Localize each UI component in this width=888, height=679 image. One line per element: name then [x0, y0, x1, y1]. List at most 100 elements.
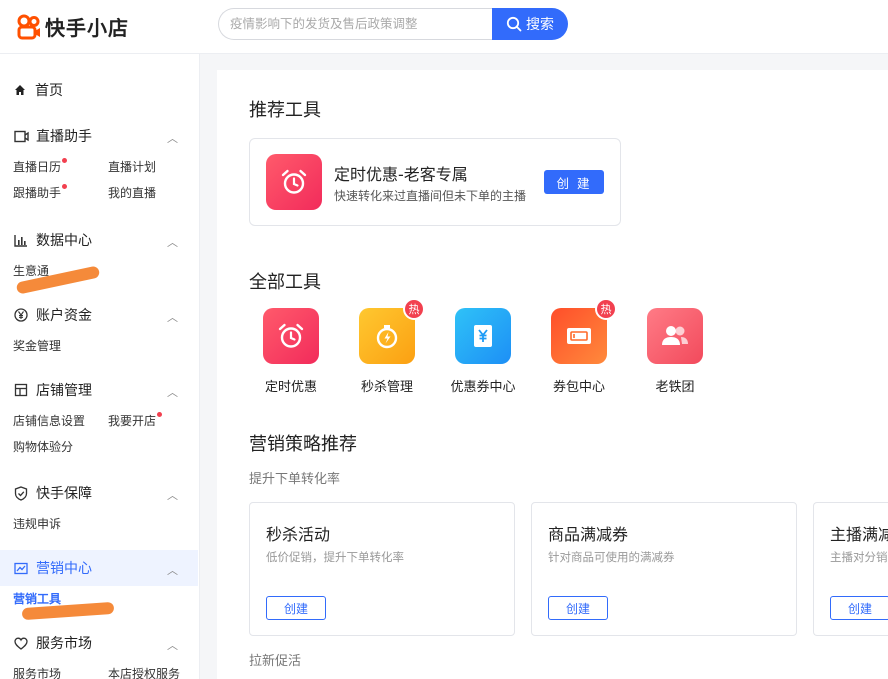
- ticket-pack-icon: 热: [551, 298, 617, 364]
- home-icon: [15, 85, 25, 95]
- tool-label: 优惠券中心: [450, 380, 516, 395]
- tool-coupon-center[interactable]: 优惠券中心: [443, 308, 523, 395]
- create-button[interactable]: 创建: [266, 596, 326, 620]
- sidebar-item-bonus[interactable]: 奖金管理: [13, 337, 108, 355]
- sidebar-item-shopping-score[interactable]: 购物体验分: [13, 438, 108, 456]
- recommend-tool-desc: 快速转化来过直播间但未下单的主播: [334, 189, 527, 203]
- tool-laotie-group[interactable]: 老铁团: [635, 308, 715, 395]
- alarm-clock-icon: [266, 154, 322, 210]
- trend-chart-icon: [13, 560, 29, 576]
- search-button-label: 搜索: [526, 17, 554, 33]
- notification-dot: [62, 158, 67, 163]
- strategy-card-desc: 针对商品可使用的满减券: [548, 550, 675, 564]
- tool-coupon-pack[interactable]: 热 券包中心: [539, 298, 619, 395]
- strategy-card-desc: 低价促销，提升下单转化率: [266, 550, 404, 564]
- tool-timed-discount[interactable]: 定时优惠: [251, 308, 331, 395]
- logo-text: 快手小店: [45, 16, 129, 40]
- logo[interactable]: 快手小店: [17, 12, 129, 41]
- heart-icon: [13, 635, 29, 651]
- bar-chart-icon: [13, 232, 29, 248]
- main-content: 推荐工具 定时优惠-老客专属 快速转化来过直播间但未下单的主播 创 建 全部工具…: [217, 70, 888, 679]
- tool-label: 定时优惠: [264, 380, 317, 395]
- sidebar-item-open-store[interactable]: 我要开店: [108, 412, 203, 430]
- sidebar-group-marketing-header[interactable]: 营销中心 ︿: [0, 550, 198, 586]
- hot-badge: 热: [595, 298, 617, 320]
- sidebar-group-guarantee-header[interactable]: 快手保障 ︿: [0, 475, 198, 511]
- sidebar-item-live-calendar[interactable]: 直播日历: [13, 158, 108, 176]
- strategy-title: 营销策略推荐: [249, 434, 357, 455]
- live-monitor-icon: [13, 128, 29, 144]
- sidebar-item-service-market[interactable]: 服务市场: [13, 665, 108, 679]
- strategy-card-title: 主播满减: [830, 525, 888, 544]
- sidebar-item-home[interactable]: 首页: [14, 80, 63, 100]
- sidebar-group-live-title: 直播助手: [36, 129, 92, 145]
- recommend-tool-title: 定时优惠-老客专属: [334, 165, 468, 184]
- sidebar-group-guarantee: 快手保障 ︿ 违规申诉: [0, 475, 198, 533]
- tool-label: 秒杀管理: [360, 380, 413, 395]
- chevron-up-icon: ︿: [167, 311, 178, 324]
- sidebar-group-live: 直播助手 ︿ 直播日历 直播计划 跟播助手 我的直播: [0, 118, 198, 202]
- sidebar-item-live-follow[interactable]: 跟播助手: [13, 184, 108, 202]
- sidebar: 首页 直播助手 ︿ 直播日历 直播计划 跟播助手 我的直播 数据中心 ︿ 生意通…: [0, 54, 200, 679]
- create-button[interactable]: 创建: [548, 596, 608, 620]
- hot-badge: 热: [403, 298, 425, 320]
- sidebar-group-live-header[interactable]: 直播助手 ︿: [0, 118, 198, 154]
- chevron-up-icon: ︿: [167, 386, 178, 399]
- recommend-tool-card[interactable]: 定时优惠-老客专属 快速转化来过直播间但未下单的主播 创 建: [249, 138, 621, 226]
- strategy-card-desc: 主播对分销: [830, 550, 888, 564]
- tool-label: 老铁团: [655, 380, 695, 395]
- sidebar-group-marketing-title: 营销中心: [36, 561, 92, 577]
- strategy-card-streamer-discount[interactable]: 主播满减 主播对分销 创建: [813, 502, 888, 636]
- chevron-up-icon: ︿: [167, 236, 178, 249]
- group-users-icon: [647, 308, 703, 364]
- recommend-tools-title: 推荐工具: [249, 100, 321, 121]
- coupon-yen-icon: [455, 308, 511, 364]
- sidebar-group-services: 服务市场 ︿ 服务市场 本店授权服务: [0, 625, 198, 679]
- chevron-up-icon: ︿: [167, 132, 178, 145]
- sidebar-group-store-header[interactable]: 店铺管理 ︿: [0, 372, 198, 408]
- strategy-card-flash-sale[interactable]: 秒杀活动 低价促销，提升下单转化率 创建: [249, 502, 515, 636]
- chevron-up-icon: ︿: [167, 564, 178, 577]
- sidebar-group-funds: 账户资金 ︿ 奖金管理: [0, 297, 198, 355]
- sidebar-group-funds-title: 账户资金: [36, 308, 92, 324]
- sidebar-item-my-live[interactable]: 我的直播: [108, 184, 203, 202]
- stopwatch-icon: 热: [359, 298, 425, 364]
- tool-label: 券包中心: [552, 380, 605, 395]
- yen-icon: [13, 307, 29, 323]
- notification-dot: [62, 184, 67, 189]
- chevron-up-icon: ︿: [167, 639, 178, 652]
- sidebar-group-services-header[interactable]: 服务市场 ︿: [0, 625, 198, 661]
- store-icon: [13, 382, 29, 398]
- all-tools-title: 全部工具: [249, 272, 321, 293]
- shield-icon: [13, 485, 29, 501]
- sidebar-group-services-title: 服务市场: [36, 636, 92, 652]
- sidebar-group-guarantee-title: 快手保障: [36, 486, 92, 502]
- sidebar-group-funds-header[interactable]: 账户资金 ︿: [0, 297, 198, 333]
- notification-dot: [157, 412, 162, 417]
- kuaishou-logo-icon: [17, 14, 40, 39]
- alarm-clock-icon: [263, 308, 319, 364]
- search-button[interactable]: 搜索: [492, 8, 568, 40]
- tool-flash-sale[interactable]: 热 秒杀管理: [347, 298, 427, 395]
- sidebar-group-store: 店铺管理 ︿ 店铺信息设置 我要开店 购物体验分: [0, 372, 198, 456]
- sidebar-group-marketing: 营销中心 ︿ 营销工具: [0, 550, 198, 608]
- sidebar-item-live-plan[interactable]: 直播计划: [108, 158, 203, 176]
- search-icon: [506, 16, 522, 32]
- next-section-title: 拉新促活: [249, 654, 302, 669]
- strategy-subtitle: 提升下单转化率: [249, 472, 341, 487]
- sidebar-item-authorized-services[interactable]: 本店授权服务: [108, 665, 203, 679]
- sidebar-group-data-title: 数据中心: [36, 233, 92, 249]
- sidebar-item-home-label: 首页: [35, 83, 63, 99]
- create-button[interactable]: 创建: [830, 596, 888, 620]
- strategy-card-title: 秒杀活动: [266, 525, 331, 544]
- strategy-card-product-coupon[interactable]: 商品满减券 针对商品可使用的满减券 创建: [531, 502, 797, 636]
- strategy-card-title: 商品满减券: [548, 525, 629, 544]
- sidebar-item-appeal[interactable]: 违规申诉: [13, 515, 108, 533]
- top-header: 快手小店 疫情影响下的发货及售后政策调整 搜索: [0, 0, 888, 54]
- chevron-up-icon: ︿: [167, 489, 178, 502]
- sidebar-group-data-header[interactable]: 数据中心 ︿: [0, 222, 198, 258]
- sidebar-group-store-title: 店铺管理: [36, 383, 92, 399]
- sidebar-item-store-settings[interactable]: 店铺信息设置: [13, 412, 108, 430]
- create-button[interactable]: 创 建: [544, 170, 604, 194]
- search-input[interactable]: 疫情影响下的发货及售后政策调整: [218, 8, 494, 40]
